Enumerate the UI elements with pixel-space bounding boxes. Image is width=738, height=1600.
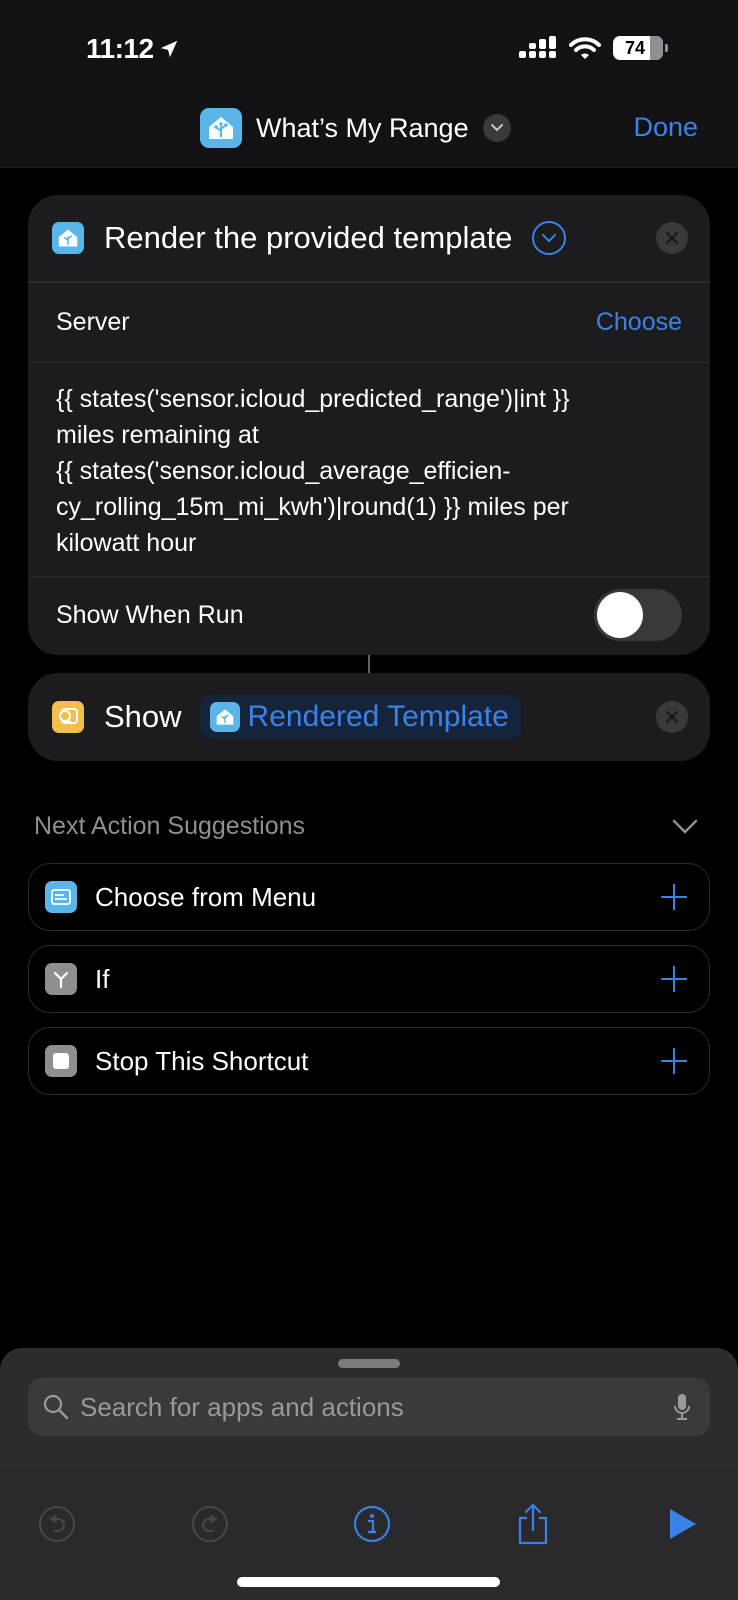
done-button[interactable]: Done [633, 112, 698, 143]
action-title: Render the provided template [104, 220, 513, 255]
search-bar[interactable] [28, 1378, 710, 1436]
server-row: Server Choose [28, 283, 710, 363]
template-line: {{ states('sensor.icloud_average_efficie… [56, 457, 511, 485]
action-header: Render the provided template [28, 195, 710, 283]
show-when-run-toggle[interactable] [594, 589, 682, 641]
suggestion-if[interactable]: If [28, 945, 710, 1013]
variable-label: Rendered Template [247, 700, 509, 733]
redo-icon [192, 1506, 228, 1542]
home-indicator[interactable] [237, 1577, 500, 1587]
choose-server-button[interactable]: Choose [596, 308, 682, 337]
template-field[interactable]: {{ states('sensor.icloud_predicted_range… [28, 363, 710, 577]
run-button[interactable] [660, 1502, 704, 1546]
search-icon [43, 1394, 69, 1420]
home-assistant-icon [52, 222, 84, 254]
microphone-icon[interactable] [672, 1392, 692, 1422]
show-when-run-label: Show When Run [56, 600, 244, 629]
share-button[interactable] [511, 1502, 555, 1546]
show-action: Show Rendered Template [28, 673, 710, 761]
suggestion-choose-from-menu[interactable]: Choose from Menu [28, 863, 710, 931]
show-result-icon [52, 701, 84, 733]
info-button[interactable] [350, 1502, 394, 1546]
template-line: miles remaining at [56, 421, 259, 449]
cellular-signal-icon [519, 36, 556, 58]
shortcut-title-menu[interactable]: What’s My Range [200, 108, 511, 148]
expand-chevron-icon[interactable] [532, 221, 567, 255]
suggestion-stop-this-shortcut[interactable]: Stop This Shortcut [28, 1027, 710, 1095]
add-icon[interactable] [659, 964, 689, 994]
add-icon[interactable] [659, 882, 689, 912]
wifi-icon [569, 37, 601, 59]
show-label: Show [104, 699, 182, 734]
close-icon [665, 710, 679, 724]
template-line: cy_rolling_15m_mi_kwh')|round(1) }} mile… [56, 493, 569, 521]
location-arrow-icon [160, 40, 177, 58]
play-icon [670, 1509, 696, 1539]
template-line: {{ states('sensor.icloud_predicted_range… [56, 385, 570, 413]
close-icon [665, 231, 679, 245]
sheet-grabber[interactable] [338, 1359, 400, 1368]
clock: 11:12 [86, 33, 154, 64]
action-connector [368, 655, 370, 673]
action-search-sheet [0, 1348, 738, 1466]
suggestion-label: Stop This Shortcut [95, 1045, 309, 1076]
branch-icon [45, 963, 77, 995]
suggestion-label: Choose from Menu [95, 881, 317, 912]
search-input[interactable] [80, 1391, 672, 1423]
info-icon [353, 1505, 391, 1543]
menu-icon [45, 881, 77, 913]
suggestions-title: Next Action Suggestions [34, 812, 305, 840]
nav-bar: What’s My Range Done [0, 108, 738, 152]
status-time: 11:12 [86, 33, 180, 65]
undo-icon [39, 1506, 75, 1542]
undo-button[interactable] [35, 1502, 79, 1546]
battery-tip [665, 44, 668, 52]
share-icon [518, 1503, 548, 1545]
home-assistant-icon [200, 108, 242, 148]
suggestions-header[interactable]: Next Action Suggestions [34, 812, 698, 841]
shortcut-title[interactable]: What’s My Range [256, 113, 469, 144]
redo-button[interactable] [188, 1502, 232, 1546]
suggestion-label: If [95, 963, 110, 994]
rendered-template-variable[interactable]: Rendered Template [199, 695, 521, 739]
status-icons: 74 [519, 36, 668, 60]
header: 11:12 74 What’s My Range Done [0, 0, 738, 168]
chevron-down-icon[interactable] [482, 114, 511, 142]
remove-action-button[interactable] [656, 222, 688, 254]
render-template-action: Render the provided template Server Choo… [28, 195, 710, 655]
add-icon[interactable] [659, 1046, 689, 1076]
chevron-down-icon[interactable] [672, 819, 698, 835]
show-when-run-row: Show When Run [28, 577, 710, 653]
stop-icon [45, 1045, 77, 1077]
server-label: Server [56, 308, 130, 336]
home-assistant-icon [209, 702, 240, 732]
toggle-knob [597, 592, 643, 638]
remove-action-button[interactable] [656, 701, 688, 733]
template-line: kilowatt hour [56, 529, 197, 557]
battery-icon: 74 [613, 36, 663, 60]
battery-level: 74 [624, 37, 646, 58]
